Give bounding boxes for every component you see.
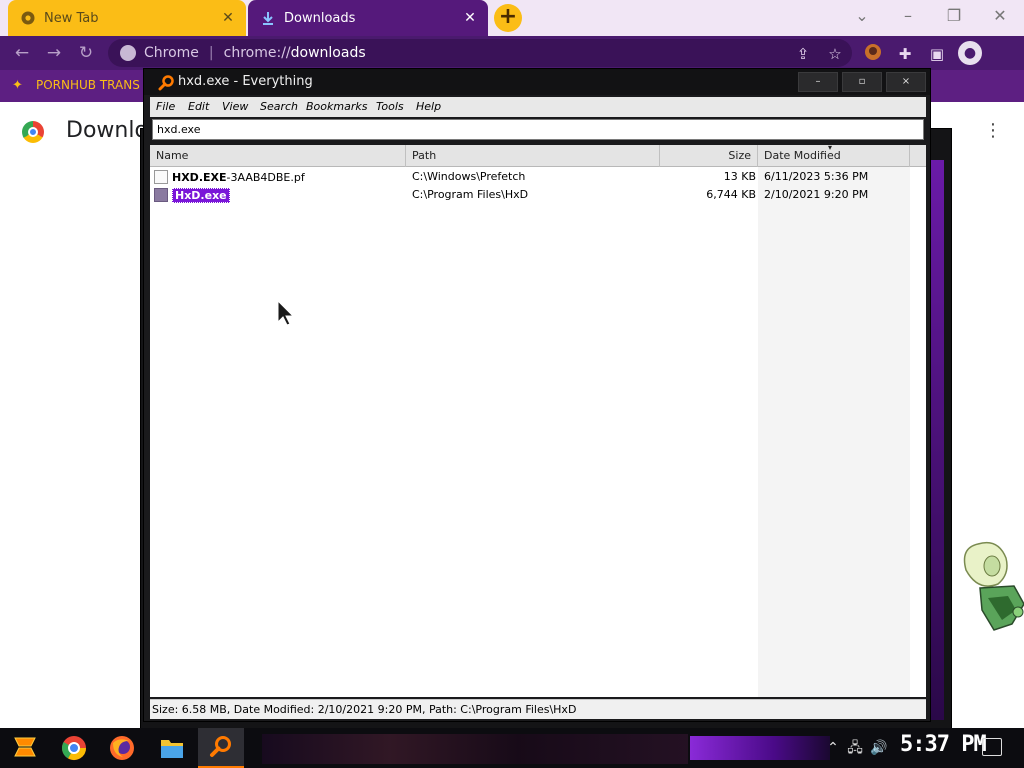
taskbar-clock[interactable]: 5:37 PM: [900, 732, 987, 757]
bookmark-favicon: ✦: [12, 78, 23, 93]
exe-file-icon: [154, 188, 168, 202]
menu-tools[interactable]: Tools: [376, 100, 404, 113]
chrome-icon: [120, 45, 136, 61]
search-input[interactable]: hxd.exe: [152, 119, 924, 140]
notification-icon[interactable]: [982, 738, 1002, 756]
chrome-icon: [20, 10, 36, 26]
menu-bar: File Edit View Search Bookmarks Tools He…: [150, 97, 926, 117]
url-text: chrome://downloads: [223, 45, 366, 61]
chevron-down-icon[interactable]: ⌄: [848, 4, 876, 30]
status-bar: Size: 6.58 MB, Date Modified: 2/10/2021 …: [150, 699, 926, 719]
file-icon: [154, 170, 168, 184]
forward-button[interactable]: →: [42, 41, 66, 65]
menu-help[interactable]: Help: [416, 100, 441, 113]
date-cell: 6/11/2023 5:36 PM: [764, 170, 869, 183]
firefox-taskbar-icon[interactable]: [104, 732, 140, 764]
separator: |: [208, 45, 214, 61]
menu-view[interactable]: View: [222, 100, 248, 113]
file-name-cell: HxD.exe: [154, 186, 230, 204]
menu-bookmarks[interactable]: Bookmarks: [306, 100, 367, 113]
minimize-button[interactable]: –: [798, 72, 838, 92]
background-window-accent: [930, 160, 944, 720]
sidepanel-icon[interactable]: ▣: [926, 43, 948, 65]
selected-file-name: HxD.exe: [172, 187, 230, 203]
table-row[interactable]: HxD.exe C:\Program Files\HxD 6,744 KB 2/…: [150, 186, 926, 204]
close-button[interactable]: ×: [886, 72, 926, 92]
taskbar: ⌃ 🖧 🔊 5:37 PM: [0, 728, 1024, 768]
path-cell: C:\Windows\Prefetch: [412, 170, 526, 183]
tab-title: New Tab: [44, 10, 99, 26]
file-name-cell: HXD.EXE -3AAB4DBE.pf: [154, 168, 305, 186]
chevron-up-icon[interactable]: ⌃: [826, 738, 840, 758]
close-window-icon[interactable]: ✕: [986, 4, 1014, 30]
volume-icon[interactable]: 🔊: [870, 738, 888, 758]
download-icon: [260, 10, 276, 26]
sorted-column-background: [758, 167, 910, 697]
star-icon[interactable]: ☆: [824, 43, 846, 65]
address-bar[interactable]: Chrome | chrome://downloads: [108, 39, 852, 67]
profile-avatar[interactable]: ●: [958, 41, 982, 65]
taskbar-accent-strip: [690, 736, 830, 760]
start-button[interactable]: [10, 734, 40, 762]
reload-button[interactable]: ↻: [74, 41, 98, 65]
column-header-path[interactable]: Path: [406, 145, 660, 167]
window-titlebar[interactable]: hxd.exe - Everything – ▫ ×: [144, 69, 930, 95]
close-tab-icon[interactable]: ✕: [460, 8, 480, 28]
menu-edit[interactable]: Edit: [188, 100, 209, 113]
bookmark-label: PORNHUB TRANS: [36, 78, 140, 92]
chrome-logo: [22, 121, 44, 143]
tab-downloads[interactable]: Downloads ✕: [248, 0, 488, 36]
more-menu-icon[interactable]: ⋮: [984, 120, 1002, 144]
site-label: Chrome: [144, 45, 199, 61]
new-tab-button[interactable]: +: [494, 4, 522, 32]
menu-file[interactable]: File: [156, 100, 175, 113]
column-header-row: Name Path Size Date Modified ▾: [150, 143, 926, 167]
maximize-button[interactable]: ▫: [842, 72, 882, 92]
path-cell: C:\Program Files\HxD: [412, 188, 529, 201]
share-icon[interactable]: ⇪: [792, 43, 814, 65]
results-list: Name Path Size Date Modified ▾ HXD.EXE -3…: [150, 143, 926, 697]
back-button[interactable]: ←: [10, 41, 34, 65]
everything-search-icon: [158, 75, 174, 91]
size-cell: 6,744 KB: [706, 188, 756, 201]
column-header-date-modified[interactable]: Date Modified ▾: [758, 143, 910, 167]
tab-title: Downloads: [284, 10, 356, 26]
extension-avatar-icon[interactable]: [862, 43, 884, 65]
window-title: hxd.exe - Everything: [178, 74, 313, 89]
mouse-cursor-icon: [277, 300, 295, 326]
tab-new-tab[interactable]: New Tab ✕: [8, 0, 246, 36]
everything-window: hxd.exe - Everything – ▫ × File Edit Vie…: [143, 68, 931, 722]
restore-icon[interactable]: ❐: [940, 4, 968, 30]
puzzle-extensions-icon[interactable]: ✚: [894, 43, 916, 65]
file-explorer-taskbar-icon[interactable]: [154, 732, 190, 764]
column-header-name[interactable]: Name: [150, 145, 406, 167]
character-illustration: [963, 541, 1024, 631]
minimize-icon[interactable]: –: [894, 4, 922, 30]
close-tab-icon[interactable]: ✕: [218, 8, 238, 28]
date-cell: 2/10/2021 9:20 PM: [764, 188, 869, 201]
chrome-taskbar-icon[interactable]: [56, 732, 92, 764]
bookmark-item[interactable]: ✦ PORNHUB TRANS: [12, 78, 140, 93]
sort-arrow-icon: ▾: [828, 143, 833, 152]
menu-search[interactable]: Search: [260, 100, 298, 113]
taskbar-wallpaper-strip: [262, 734, 688, 764]
network-icon[interactable]: 🖧: [846, 738, 864, 758]
browser-tab-strip: New Tab ✕ Downloads ✕ + ⌄ – ❐ ✕: [0, 0, 1024, 36]
column-header-size[interactable]: Size: [660, 145, 758, 167]
browser-toolbar: ← → ↻ Chrome | chrome://downloads ⇪ ☆ ✚ …: [0, 36, 1024, 70]
page-title: Downlo: [66, 118, 148, 143]
everything-taskbar-icon[interactable]: [198, 728, 244, 768]
size-cell: 13 KB: [723, 170, 756, 183]
table-row[interactable]: HXD.EXE -3AAB4DBE.pf C:\Windows\Prefetch …: [150, 168, 926, 186]
